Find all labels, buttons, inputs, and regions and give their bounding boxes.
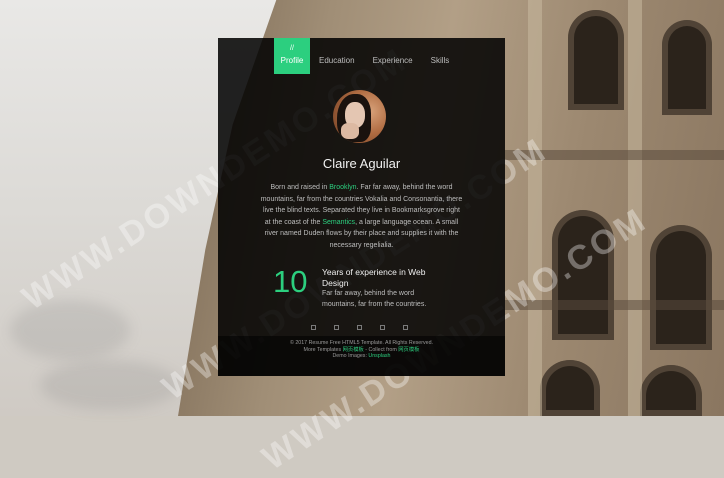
tab-education[interactable]: Education (310, 38, 364, 74)
dot[interactable] (357, 325, 362, 330)
copyright-text: © 2017 Resume Free HTML5 Template. All R… (289, 340, 434, 346)
years-description: Far far away, behind the word mountains,… (322, 290, 427, 308)
cloud (10, 300, 130, 360)
tab-label: Profile (280, 56, 304, 65)
profile-card: // Profile Education Experience Skills C… (218, 38, 505, 376)
dot[interactable] (380, 325, 385, 330)
arch (650, 225, 712, 350)
profile-name: Claire Aguilar (322, 156, 401, 171)
tab-label: Education (319, 56, 355, 65)
demo-images-line: Demo Images: Unsplash (332, 353, 391, 360)
tab-nav: // Profile Education Experience Skills (274, 38, 458, 74)
more-templates-link[interactable]: 网页模板 (343, 347, 364, 353)
unsplash-link[interactable]: Unsplash (368, 353, 390, 359)
dot[interactable] (334, 325, 339, 330)
cloud (40, 360, 180, 410)
arch (568, 10, 624, 110)
avatar (333, 90, 386, 143)
tab-skills[interactable]: Skills (422, 38, 459, 74)
brooklyn-link[interactable]: Brooklyn (329, 184, 356, 191)
tab-experience[interactable]: Experience (364, 38, 422, 74)
dot[interactable] (311, 325, 316, 330)
pagination-dots (311, 325, 408, 330)
arch (540, 360, 600, 416)
profile-bio: Born and raised in Brooklyn. Far far awa… (260, 184, 463, 249)
arch (662, 20, 712, 115)
footer: © 2017 Resume Free HTML5 Template. All R… (218, 336, 505, 376)
collect-link[interactable]: 网页模板 (398, 347, 419, 353)
credits-line: More Templates 网页模板 - Collect from 网页模板 (303, 346, 420, 353)
years-number: 10 (273, 264, 308, 299)
tab-label: Experience (372, 56, 413, 65)
tab-profile[interactable]: // Profile (274, 38, 310, 74)
tab-label: Skills (430, 56, 450, 65)
dot[interactable] (403, 325, 408, 330)
years-title: Years of experience in Web Design (322, 267, 426, 288)
profile-tab-icon: // (290, 45, 294, 52)
semantics-link[interactable]: Semantics (322, 219, 355, 226)
pillar (528, 0, 542, 416)
